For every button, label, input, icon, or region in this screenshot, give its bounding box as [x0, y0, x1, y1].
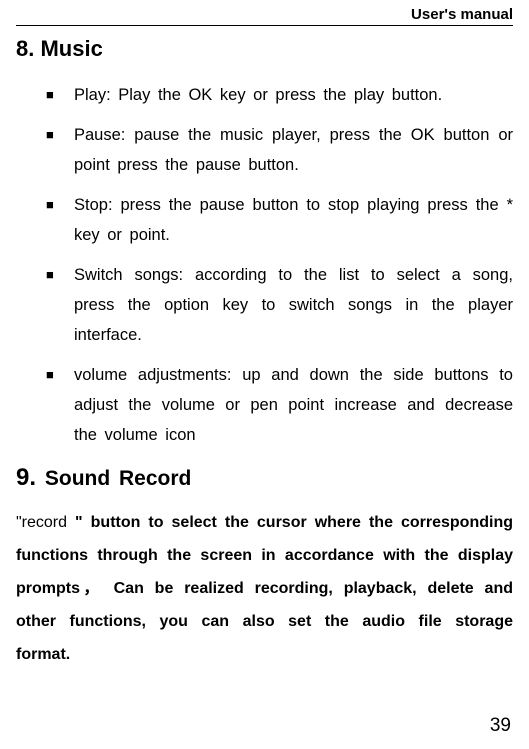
bullet-text: volume adjustments: up and down the side…	[74, 360, 513, 450]
list-item: ■ Play: Play the OK key or press the pla…	[46, 80, 513, 110]
page: User's manual 8. Music ■ Play: Play the …	[0, 0, 529, 749]
bullet-icon: ■	[46, 120, 74, 180]
header-title: User's manual	[16, 6, 513, 25]
bullet-text: Switch songs: according to the list to s…	[74, 260, 513, 350]
header-rule	[16, 25, 513, 26]
list-item: ■ Pause: pause the music player, press t…	[46, 120, 513, 180]
bullet-text: Play: Play the OK key or press the play …	[74, 80, 513, 110]
section-title-text: Music	[40, 36, 102, 61]
record-lead: "record	[16, 514, 75, 531]
bullet-icon: ■	[46, 360, 74, 450]
section-music-heading: 8. Music	[16, 36, 513, 62]
list-item: ■ Switch songs: according to the list to…	[46, 260, 513, 350]
list-item: ■ volume adjustments: up and down the si…	[46, 360, 513, 450]
sound-record-paragraph: "record " button to select the cursor wh…	[16, 506, 513, 671]
section-number: 8.	[16, 36, 34, 61]
list-item: ■ Stop: press the pause button to stop p…	[46, 190, 513, 250]
music-bullet-list: ■ Play: Play the OK key or press the pla…	[16, 80, 513, 450]
bullet-icon: ■	[46, 260, 74, 350]
record-body: " button to select the cursor where the …	[16, 514, 513, 663]
page-number: 39	[490, 715, 511, 737]
bullet-icon: ■	[46, 80, 74, 110]
bullet-icon: ■	[46, 190, 74, 250]
section-number: 9.	[16, 464, 36, 491]
bullet-text: Stop: press the pause button to stop pla…	[74, 190, 513, 250]
bullet-text: Pause: pause the music player, press the…	[74, 120, 513, 180]
section-sound-record-heading: 9. Sound Record	[16, 464, 513, 492]
section-title-text: Sound Record	[45, 467, 192, 490]
